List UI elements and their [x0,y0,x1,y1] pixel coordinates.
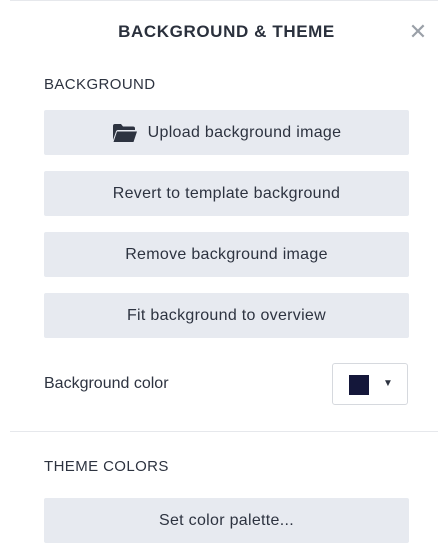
caret-down-icon: ▼ [383,378,393,389]
close-icon: ✕ [408,19,428,44]
revert-background-button[interactable]: Revert to template background [44,171,409,216]
remove-background-button[interactable]: Remove background image [44,232,409,277]
theme-colors-heading: THEME COLORS [44,458,169,475]
color-swatch [349,375,369,395]
upload-background-button[interactable]: Upload background image [44,110,409,155]
top-divider [10,0,438,1]
revert-background-label: Revert to template background [112,184,341,202]
close-button[interactable]: ✕ [404,18,432,46]
background-color-picker[interactable]: ▼ [332,363,408,405]
fit-background-button[interactable]: Fit background to overview [44,293,409,338]
folder-open-icon [112,123,138,143]
set-color-palette-label: Set color palette... [159,511,294,529]
set-color-palette-button[interactable]: Set color palette... [44,498,409,543]
remove-background-label: Remove background image [125,245,328,263]
background-theme-panel: BACKGROUND & THEME ✕ BACKGROUND Upload b… [0,0,438,555]
background-color-label: Background color [44,375,169,392]
panel-title: BACKGROUND & THEME [118,22,335,41]
upload-background-label: Upload background image [147,123,342,141]
fit-background-label: Fit background to overview [126,306,326,324]
section-divider [10,431,438,432]
background-section-heading: BACKGROUND [44,76,156,93]
